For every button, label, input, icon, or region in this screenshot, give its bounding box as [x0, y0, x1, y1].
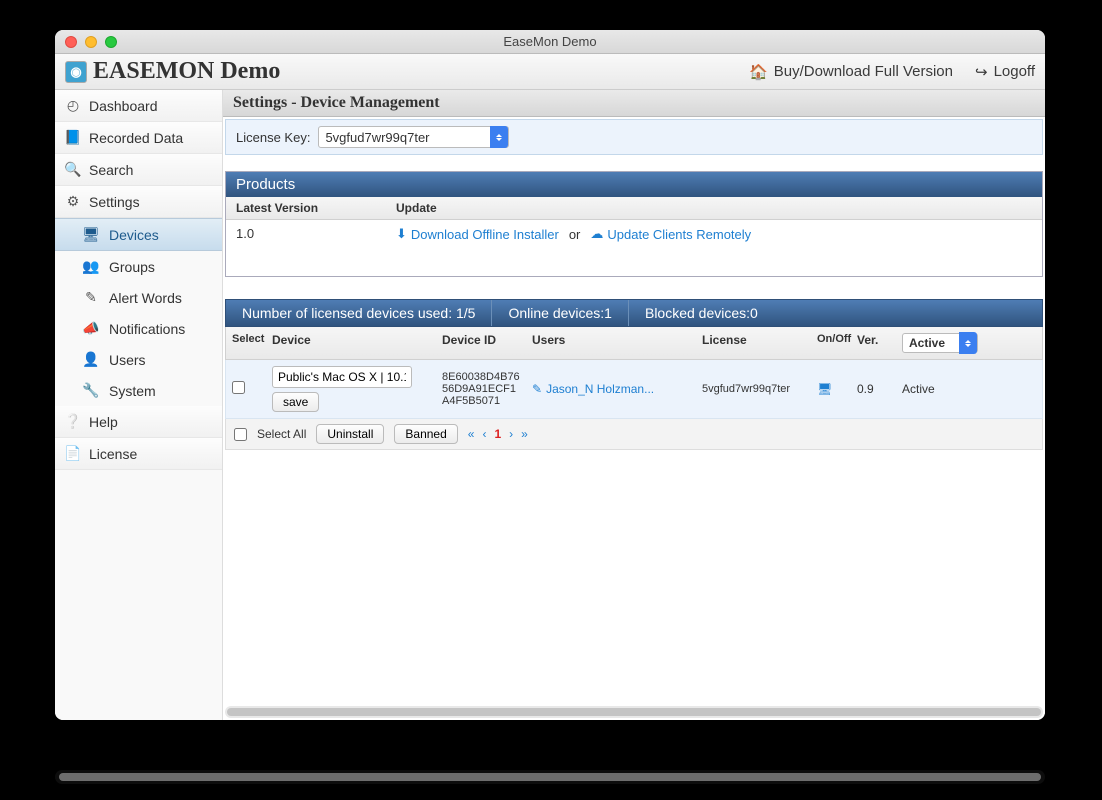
hdr-onoff: On/Off: [811, 327, 851, 359]
license-key-bar: License Key: 5vgfud7wr99q7ter: [225, 119, 1043, 155]
stat-online: Online devices:1: [492, 300, 629, 326]
license-icon: 📄: [65, 445, 81, 462]
hdr-device-id: Device ID: [436, 327, 526, 359]
brand-icon: ◉: [65, 61, 87, 83]
devices-footer: Select All Uninstall Banned « ‹ 1 › »: [225, 419, 1043, 450]
sidebar-item-settings[interactable]: ⚙ Settings: [55, 186, 222, 218]
page-title: Settings - Device Management: [223, 90, 1045, 117]
sidebar: ◴ Dashboard 📘 Recorded Data 🔍 Search ⚙ S…: [55, 90, 223, 720]
main-area: ◴ Dashboard 📘 Recorded Data 🔍 Search ⚙ S…: [55, 90, 1045, 720]
scrollbar-thumb[interactable]: [227, 708, 1041, 716]
sidebar-sub-devices[interactable]: 🖥 Devices: [55, 218, 222, 251]
scrollbar-thumb[interactable]: [59, 773, 1041, 781]
sidebar-sub-alert-words[interactable]: ✎ Alert Words: [55, 282, 222, 313]
gauge-icon: ◴: [65, 97, 81, 114]
select-all-label: Select All: [257, 427, 306, 441]
wand-icon: ✎: [83, 289, 99, 306]
sidebar-sub-system[interactable]: 🔧 System: [55, 375, 222, 406]
monitor-icon: 🖥: [83, 226, 99, 243]
device-onoff-toggle[interactable]: 🖥: [811, 376, 851, 402]
pager-next[interactable]: ›: [509, 427, 513, 441]
uninstall-button[interactable]: Uninstall: [316, 424, 384, 444]
search-icon: 🔍: [65, 161, 81, 178]
brand-title: EASEMON Demo: [93, 58, 280, 85]
save-device-button[interactable]: save: [272, 392, 319, 412]
or-text: or: [569, 227, 581, 242]
device-status-value: Active: [896, 376, 986, 402]
products-panel: Products Latest Version Update 1.0 ⬇ Dow…: [225, 171, 1043, 277]
monitor-icon: 🖥: [817, 382, 832, 396]
gear-icon: ⚙: [65, 193, 81, 210]
status-filter-select[interactable]: Active: [902, 333, 978, 353]
license-key-label: License Key:: [236, 130, 310, 145]
home-icon: 🏠: [749, 63, 768, 81]
sidebar-item-license[interactable]: 📄 License: [55, 438, 222, 470]
stat-blocked: Blocked devices:0: [629, 300, 774, 326]
groups-icon: 👥: [83, 258, 99, 275]
device-version-value: 0.9: [851, 376, 896, 402]
megaphone-icon: 📣: [83, 320, 99, 337]
hdr-license: License: [696, 327, 811, 359]
download-icon: ⬇: [396, 226, 407, 242]
update-clients-remotely-link[interactable]: ☁ Update Clients Remotely: [590, 226, 751, 242]
device-user-link[interactable]: ✎ Jason_N Holzman...: [532, 382, 654, 396]
sidebar-item-help[interactable]: ❔ Help: [55, 406, 222, 438]
sidebar-sub-groups[interactable]: 👥 Groups: [55, 251, 222, 282]
sidebar-sub-users[interactable]: 👤 Users: [55, 344, 222, 375]
app-window: EaseMon Demo ◉ EASEMON Demo 🏠 Buy/Downlo…: [55, 30, 1045, 720]
pager-first[interactable]: «: [468, 427, 475, 441]
brand: ◉ EASEMON Demo: [65, 58, 280, 85]
chevrons-icon: [490, 126, 508, 148]
window-horizontal-scrollbar[interactable]: [55, 770, 1045, 784]
stat-licensed: Number of licensed devices used: 1/5: [226, 300, 492, 326]
sidebar-sub-notifications[interactable]: 📣 Notifications: [55, 313, 222, 344]
products-row: 1.0 ⬇ Download Offline Installer or ☁ Up…: [226, 220, 1042, 248]
logoff-icon: ↪: [975, 63, 988, 81]
products-header-row: Latest Version Update: [226, 197, 1042, 220]
banned-button[interactable]: Banned: [394, 424, 457, 444]
col-update: Update: [386, 197, 1042, 219]
sidebar-item-recorded-data[interactable]: 📘 Recorded Data: [55, 122, 222, 154]
cloud-icon: ☁: [590, 226, 603, 242]
device-id-value: 8E60038D4B7656D9A91ECF1A4F5B5071: [436, 365, 526, 413]
sidebar-item-dashboard[interactable]: ◴ Dashboard: [55, 90, 222, 122]
device-stats-bar: Number of licensed devices used: 1/5 Onl…: [225, 299, 1043, 327]
hdr-ver: Ver.: [851, 327, 896, 359]
book-icon: 📘: [65, 129, 81, 146]
content-horizontal-scrollbar[interactable]: [225, 706, 1043, 718]
app-header: ◉ EASEMON Demo 🏠 Buy/Download Full Versi…: [55, 54, 1045, 90]
titlebar: EaseMon Demo: [55, 30, 1045, 54]
products-heading: Products: [226, 172, 1042, 197]
hdr-device: Device: [266, 327, 436, 359]
license-key-select[interactable]: 5vgfud7wr99q7ter: [318, 126, 508, 148]
help-icon: ❔: [65, 413, 81, 430]
row-select-checkbox[interactable]: [232, 381, 245, 394]
hdr-status: Active: [896, 327, 986, 359]
window-title: EaseMon Demo: [55, 34, 1045, 49]
devices-header: Select Device Device ID Users License On…: [225, 327, 1043, 360]
content: Settings - Device Management License Key…: [223, 90, 1045, 720]
logoff-link[interactable]: ↪ Logoff: [975, 63, 1035, 81]
chevrons-icon: [959, 332, 977, 354]
user-icon: 👤: [83, 351, 99, 368]
hdr-users: Users: [526, 327, 696, 359]
hdr-select: Select: [226, 327, 266, 359]
device-name-input[interactable]: [272, 366, 412, 388]
col-latest-version: Latest Version: [226, 197, 386, 219]
select-all-checkbox[interactable]: [234, 428, 247, 441]
device-license-value: 5vgfud7wr99q7ter: [696, 377, 811, 401]
sidebar-item-search[interactable]: 🔍 Search: [55, 154, 222, 186]
pager-last[interactable]: »: [521, 427, 528, 441]
device-row: save 8E60038D4B7656D9A91ECF1A4F5B5071 ✎ …: [225, 360, 1043, 419]
buy-download-link[interactable]: 🏠 Buy/Download Full Version: [749, 63, 953, 81]
products-spacer: [226, 248, 1042, 276]
pager: « ‹ 1 › »: [468, 427, 528, 441]
latest-version-value: 1.0: [226, 220, 386, 248]
pager-current: 1: [494, 427, 501, 441]
pencil-icon: ✎: [532, 382, 542, 396]
download-offline-installer-link[interactable]: ⬇ Download Offline Installer: [396, 226, 559, 242]
pager-prev[interactable]: ‹: [482, 427, 486, 441]
wrench-icon: 🔧: [83, 382, 99, 399]
